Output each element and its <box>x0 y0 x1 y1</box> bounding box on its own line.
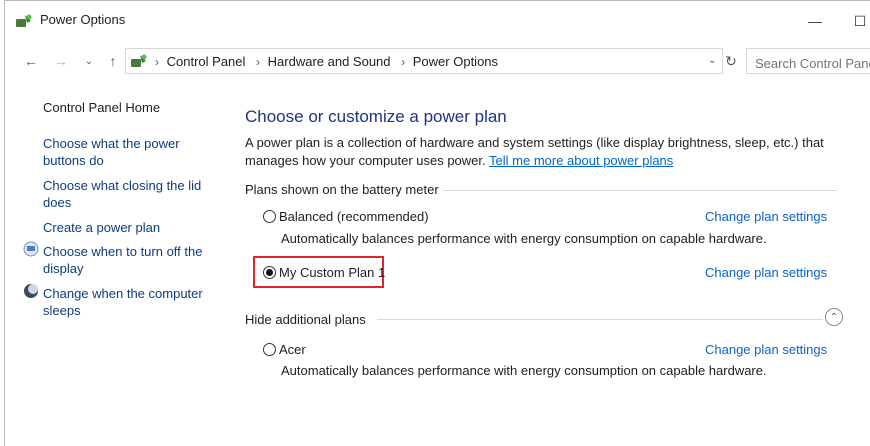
address-bar[interactable]: › Control Panel › Hardware and Sound › P… <box>125 48 723 74</box>
plan-balanced-radio[interactable]: Balanced (recommended) <box>263 209 429 224</box>
power-options-icon <box>131 54 147 67</box>
plan-acer-radio[interactable]: Acer <box>263 342 306 357</box>
sidebar-item-control-panel-home[interactable]: Control Panel Home <box>43 99 160 116</box>
divider <box>443 190 837 191</box>
maximize-button[interactable]: ☐ <box>845 9 870 33</box>
window-title: Power Options <box>40 12 126 27</box>
monitor-icon <box>23 241 39 257</box>
divider <box>377 319 823 320</box>
breadcrumb-hardware-and-sound[interactable]: Hardware and Sound <box>268 54 391 69</box>
up-button[interactable]: ↑ <box>103 51 123 71</box>
change-plan-settings-link-acer[interactable]: Change plan settings <box>705 342 827 357</box>
search-input[interactable] <box>746 48 870 74</box>
moon-icon <box>24 284 38 298</box>
plan-name: Acer <box>279 342 306 357</box>
refresh-icon[interactable]: ↻ <box>721 51 741 71</box>
radio-button[interactable] <box>263 343 276 356</box>
sidebar-item-closing-lid[interactable]: Choose what closing the lid does <box>43 177 208 211</box>
plan-custom-radio[interactable]: My Custom Plan 1 <box>263 265 385 280</box>
recent-locations-button[interactable]: ⌄ <box>79 51 99 71</box>
sidebar-item-computer-sleeps[interactable]: Change when the computer sleeps <box>43 285 208 319</box>
chevron-right-icon[interactable]: › <box>256 55 260 69</box>
forward-button[interactable]: → <box>51 51 71 71</box>
plan-description: Automatically balances performance with … <box>281 231 767 246</box>
change-plan-settings-link-custom[interactable]: Change plan settings <box>705 265 827 280</box>
breadcrumb-power-options[interactable]: Power Options <box>413 54 498 69</box>
breadcrumb: › Control Panel › Hardware and Sound › P… <box>152 54 502 69</box>
radio-button[interactable] <box>263 210 276 223</box>
sidebar-item-power-buttons[interactable]: Choose what the power buttons do <box>43 135 193 169</box>
power-options-icon <box>16 14 32 27</box>
sidebar-item-turn-off-display[interactable]: Choose when to turn off the display <box>43 243 208 277</box>
hide-additional-plans-label: Hide additional plans <box>245 312 366 327</box>
plan-name: Balanced (recommended) <box>279 209 429 224</box>
page-title: Choose or customize a power plan <box>245 107 507 126</box>
chevron-right-icon: › <box>155 55 159 69</box>
plan-name: My Custom Plan 1 <box>279 265 386 280</box>
back-button[interactable]: ← <box>21 51 41 71</box>
address-row: ← → ⌄ ↑ › Control Panel › Hardware and S… <box>5 45 870 77</box>
minimize-button[interactable]: — <box>800 9 830 33</box>
learn-more-link[interactable]: Tell me more about power plans <box>489 153 673 168</box>
chevron-right-icon[interactable]: › <box>401 55 405 69</box>
power-options-window: Power Options — ☐ ← → ⌄ ↑ › Control Pane… <box>4 0 870 446</box>
collapse-icon[interactable]: ⌃ <box>825 308 843 326</box>
radio-button-selected[interactable] <box>263 266 276 279</box>
battery-meter-section-label: Plans shown on the battery meter <box>245 182 439 197</box>
plan-description: Automatically balances performance with … <box>281 363 767 378</box>
chevron-down-icon[interactable]: ⌄ <box>708 55 716 66</box>
change-plan-settings-link-balanced[interactable]: Change plan settings <box>705 209 827 224</box>
title-bar: Power Options — ☐ <box>5 1 870 41</box>
breadcrumb-control-panel[interactable]: Control Panel <box>167 54 246 69</box>
page-description: A power plan is a collection of hardware… <box>245 134 825 170</box>
sidebar-item-create-plan[interactable]: Create a power plan <box>43 219 160 236</box>
